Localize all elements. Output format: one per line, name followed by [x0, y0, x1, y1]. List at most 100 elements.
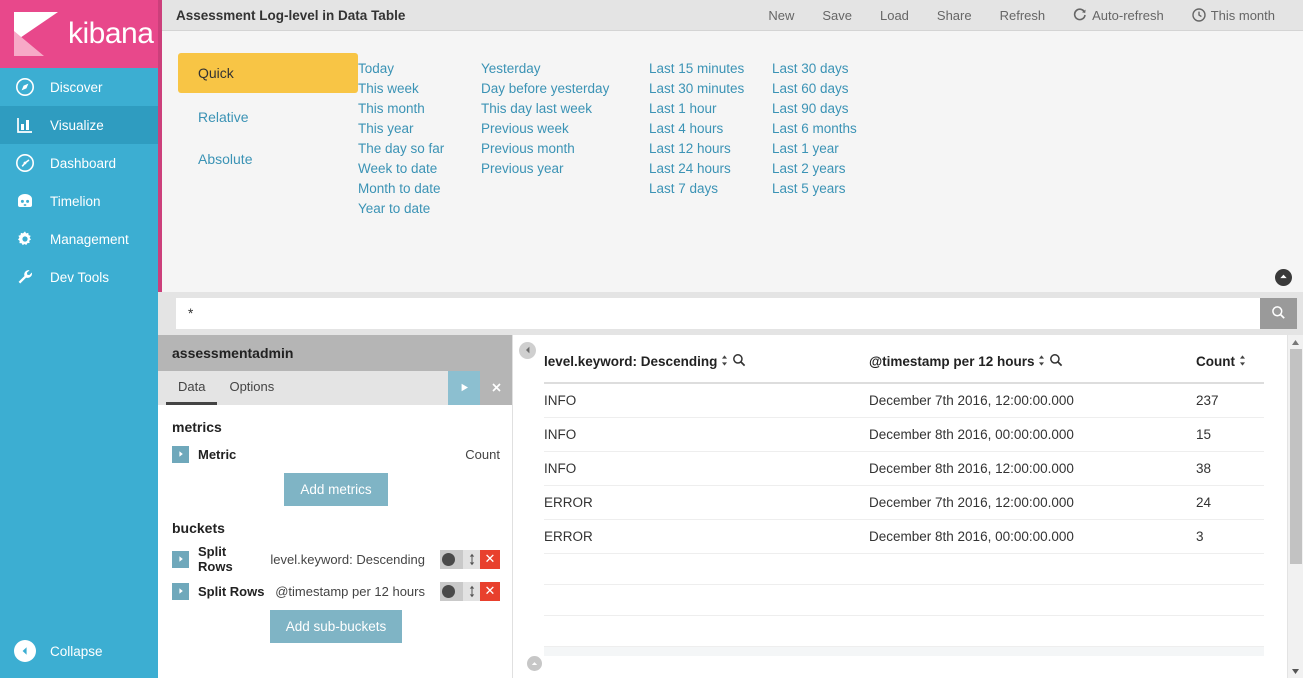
scrollbar-thumb[interactable] [1289, 349, 1302, 564]
discard-changes-button[interactable] [480, 371, 512, 405]
cell-timestamp: December 8th 2016, 00:00:00.000 [869, 519, 1196, 554]
time-mode-quick[interactable]: Quick [178, 53, 358, 93]
scrollbar-track[interactable] [1288, 349, 1303, 664]
sidebar-item-dashboard[interactable]: Dashboard [0, 144, 158, 182]
table-row[interactable]: ERROR December 8th 2016, 00:00:00.000 3 [544, 519, 1264, 554]
remove-x-icon[interactable]: ✕ [480, 549, 500, 569]
table-row[interactable]: INFO December 7th 2016, 12:00:00.000 237 [544, 383, 1264, 418]
quick-range-item[interactable]: Week to date [358, 159, 481, 179]
quick-range-item[interactable]: Last 1 year [772, 139, 895, 159]
save-button[interactable]: Save [808, 0, 866, 31]
column-header-level[interactable]: level.keyword: Descending [544, 345, 869, 384]
quick-range-item[interactable]: Last 12 hours [649, 139, 772, 159]
quick-range-item[interactable]: Last 90 days [772, 99, 895, 119]
quick-range-item[interactable]: Year to date [358, 199, 481, 219]
add-sub-buckets-button[interactable]: Add sub-buckets [269, 610, 403, 643]
sidebar-item-visualize[interactable]: Visualize [0, 106, 158, 144]
quick-range-item[interactable]: Previous year [481, 159, 649, 179]
sidebar-collapse-button[interactable]: Collapse [0, 632, 158, 670]
quick-range-item[interactable]: Previous month [481, 139, 649, 159]
bucket-agg-label: Split Rows [198, 544, 233, 574]
quick-range-item[interactable]: Day before yesterday [481, 79, 649, 99]
sidebar-item-timelion[interactable]: Timelion [0, 182, 158, 220]
new-button[interactable]: New [754, 0, 808, 31]
column-header-count[interactable]: Count [1196, 345, 1264, 384]
kibana-logo[interactable]: kibana [0, 0, 158, 68]
share-button[interactable]: Share [923, 0, 986, 31]
quick-range-item[interactable]: Last 7 days [649, 179, 772, 199]
time-range-button[interactable]: This month [1178, 0, 1289, 31]
quick-range-item[interactable]: Last 5 years [772, 179, 895, 199]
quick-range-item[interactable]: Today [358, 59, 481, 79]
expand-chevron-icon[interactable] [172, 550, 189, 568]
index-pattern-name: assessmentadmin [172, 345, 294, 361]
auto-refresh-button[interactable]: Auto-refresh [1059, 0, 1178, 31]
time-mode-relative[interactable]: Relative [178, 99, 358, 135]
quick-range-item[interactable]: Last 60 days [772, 79, 895, 99]
metric-agg-row[interactable]: Metric Count [172, 443, 500, 465]
time-mode-label: Relative [198, 109, 249, 125]
toggle-switch-icon[interactable] [440, 581, 463, 601]
refresh-button[interactable]: Refresh [986, 0, 1060, 31]
config-panel-collapse-button[interactable] [519, 342, 536, 359]
remove-x-icon[interactable]: ✕ [480, 581, 500, 601]
sort-updown-icon[interactable] [720, 354, 729, 370]
bucket-agg-row[interactable]: Split Rows level.keyword: Descending ✕ [172, 544, 500, 574]
quick-range-item[interactable]: Last 15 minutes [649, 59, 772, 79]
column-header-timestamp[interactable]: @timestamp per 12 hours [869, 345, 1196, 384]
quick-range-item[interactable]: Last 30 days [772, 59, 895, 79]
quick-range-item[interactable]: This month [358, 99, 481, 119]
search-input[interactable] [176, 298, 1260, 329]
quick-range-item[interactable]: This day last week [481, 99, 649, 119]
quick-range-item[interactable]: Previous week [481, 119, 649, 139]
scroll-down-button[interactable] [1291, 664, 1300, 678]
table-row[interactable]: INFO December 8th 2016, 00:00:00.000 15 [544, 417, 1264, 452]
quick-range-item[interactable]: Last 6 months [772, 119, 895, 139]
sort-updown-icon[interactable] [1238, 354, 1247, 370]
play-icon [459, 381, 470, 396]
quick-range-item[interactable]: Last 24 hours [649, 159, 772, 179]
table-empty-row [544, 584, 1264, 616]
magnifier-icon[interactable] [732, 353, 746, 370]
expand-chevron-icon[interactable] [172, 445, 189, 463]
toggle-switch-icon[interactable] [440, 549, 463, 569]
up-down-arrow-icon[interactable] [463, 581, 480, 601]
search-submit-button[interactable] [1260, 298, 1297, 329]
quick-range-item[interactable]: Month to date [358, 179, 481, 199]
quick-range-item[interactable]: Last 30 minutes [649, 79, 772, 99]
app-header: Assessment Log-level in Data Table New S… [158, 0, 1303, 31]
quick-range-item[interactable]: This week [358, 79, 481, 99]
quick-range-item[interactable]: Last 2 years [772, 159, 895, 179]
table-row[interactable]: ERROR December 7th 2016, 12:00:00.000 24 [544, 485, 1264, 520]
sidebar-item-discover[interactable]: Discover [0, 68, 158, 106]
tab-options[interactable]: Options [217, 371, 286, 405]
up-down-arrow-icon[interactable] [463, 549, 480, 569]
quick-range-item[interactable]: The day so far [358, 139, 481, 159]
quick-range-item[interactable]: Last 1 hour [649, 99, 772, 119]
quick-range-item[interactable]: Last 4 hours [649, 119, 772, 139]
cell-timestamp: December 7th 2016, 12:00:00.000 [869, 485, 1196, 520]
expand-chevron-icon[interactable] [172, 582, 189, 600]
tab-data[interactable]: Data [166, 371, 218, 405]
add-metrics-button[interactable]: Add metrics [284, 473, 388, 506]
load-button[interactable]: Load [866, 0, 923, 31]
apply-changes-button[interactable] [448, 371, 480, 405]
sidebar-item-management[interactable]: Management [0, 220, 158, 258]
table-header-row: level.keyword: Descending @timestamp per… [544, 345, 1264, 384]
vertical-scrollbar[interactable] [1287, 335, 1303, 678]
time-picker-collapse-button[interactable] [1275, 269, 1292, 286]
quick-range-item[interactable]: This year [358, 119, 481, 139]
table-row[interactable]: INFO December 8th 2016, 12:00:00.000 38 [544, 451, 1264, 486]
spy-panel-toggle-button[interactable] [527, 656, 542, 671]
quick-range-item[interactable]: Yesterday [481, 59, 649, 79]
bucket-agg-row[interactable]: Split Rows @timestamp per 12 hours ✕ [172, 580, 500, 602]
magnifier-icon[interactable] [1049, 353, 1063, 370]
load-label: Load [879, 7, 909, 23]
sidebar-item-dev-tools[interactable]: Dev Tools [0, 258, 158, 296]
config-tab-actions [448, 371, 512, 405]
time-mode-absolute[interactable]: Absolute [178, 141, 358, 177]
kibana-logo-icon [14, 12, 58, 56]
sort-updown-icon[interactable] [1037, 354, 1046, 370]
config-body: metrics Metric Count Add metrics buckets [158, 405, 512, 657]
scroll-up-button[interactable] [1291, 335, 1300, 349]
